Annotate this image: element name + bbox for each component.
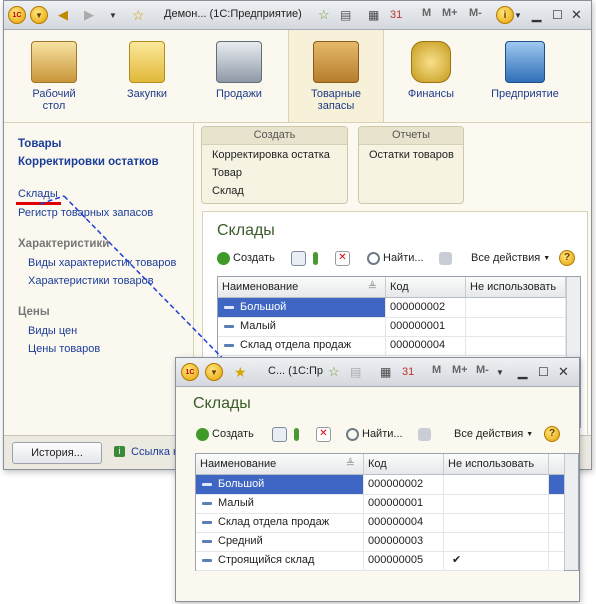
popup-titlebar: 1C ▼ ★ С... (1С:Пр ☆ ▤ ▦ 31 M M+ M- ▼ ▁ … [176,358,579,387]
copy-icon [272,426,287,442]
popup-form-title: Склады [193,395,251,412]
sort-icon: ≜ [345,458,355,470]
menu-dropdown-icon[interactable]: ▼ [205,363,223,381]
cell-unused [444,532,549,551]
close-icon[interactable]: ✕ [558,363,569,381]
arrow-line [39,195,65,205]
plus-circle-icon [196,427,209,441]
cancel-search-button[interactable] [418,425,434,443]
calendar-icon[interactable]: 31 [402,363,414,381]
help-button[interactable]: ? [544,425,560,443]
item-icon [202,520,212,524]
cell-code: 000000002 [364,475,444,494]
arrow-line [63,195,237,373]
column-code[interactable]: Код [364,454,444,474]
pencil-icon [294,427,299,441]
add-favorite-icon[interactable]: ☆ [328,363,340,381]
create-button[interactable]: Создать [196,425,254,443]
delete-button[interactable]: ✕ [316,425,334,443]
m-minus-button[interactable]: M- [476,364,489,376]
table-row[interactable]: Малый 000000001 [196,494,564,514]
item-icon [202,539,212,543]
cell-name: Строящийся склад [196,551,364,570]
item-icon [202,501,212,505]
cell-code: 000000004 [364,513,444,532]
popup-window: 1C ▼ ★ С... (1С:Пр ☆ ▤ ▦ 31 M M+ M- ▼ ▁ … [175,357,580,602]
column-name[interactable]: Наименование ≜ [196,454,364,474]
cell-code: 000000003 [364,532,444,551]
popup-command-bar: Создать ✕ Найти... Все действия ▼ ? [196,423,571,445]
item-icon [202,482,212,486]
cell-name: Большой [196,475,364,494]
maximize-icon[interactable]: ☐ [538,363,549,381]
cell-code: 000000005 [364,551,444,570]
cell-unused [444,475,549,494]
find-button[interactable]: Найти... [346,425,403,443]
edit-button[interactable] [294,425,302,443]
table-row[interactable]: Большой 000000002 [196,475,564,495]
popup-window-title: С... (1С:Пр [268,365,323,377]
delete-icon: ✕ [316,426,331,442]
column-unused[interactable]: Не использовать [444,454,549,474]
cell-code: 000000001 [364,494,444,513]
cell-unused-checkmark: ✔ [444,551,549,570]
help-icon: ? [544,426,560,442]
print-icon[interactable]: ▤ [350,363,361,381]
table-row[interactable]: Склад отдела продаж 000000004 [196,513,564,533]
cell-name: Склад отдела продаж [196,513,364,532]
m-plus-button[interactable]: M+ [452,364,468,376]
minimize-icon[interactable]: ▁ [518,363,527,381]
calculator-icon[interactable]: ▦ [380,363,391,381]
table-scrollbar[interactable] [564,454,578,570]
popup-warehouses-table: Наименование ≜ Код Не использовать Большо… [195,453,579,571]
m-button[interactable]: M [432,364,441,376]
all-actions-menu[interactable]: Все действия ▼ [454,425,533,443]
magnifier-icon [346,427,359,441]
item-icon [202,558,212,562]
chevron-down-icon: ▼ [526,430,534,438]
1c-logo-icon[interactable]: 1C [181,363,199,381]
table-row[interactable]: Средний 000000003 [196,532,564,552]
cancel-search-icon [418,427,431,441]
table-row[interactable]: Строящийся склад 000000005 ✔ [196,551,564,571]
table-header: Наименование ≜ Код Не использовать [196,454,578,475]
cell-unused [444,513,549,532]
cell-unused [444,494,549,513]
favorites-star-icon[interactable]: ★ [234,363,247,381]
cell-name: Средний [196,532,364,551]
cell-name: Малый [196,494,364,513]
copy-button[interactable] [272,425,290,443]
dropdown-icon[interactable]: ▼ [496,363,504,381]
